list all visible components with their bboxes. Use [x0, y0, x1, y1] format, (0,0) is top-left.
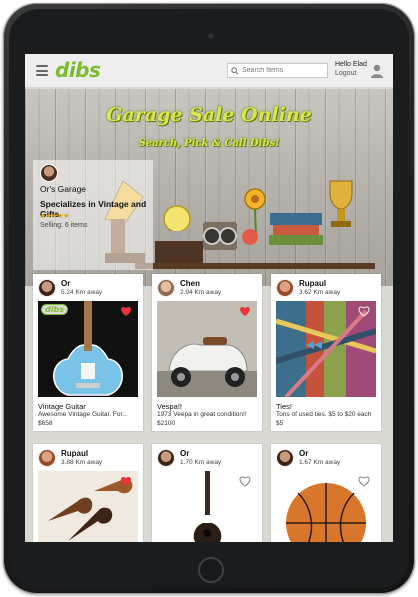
item-photo	[157, 471, 257, 542]
hero-title: Garage Sale Online	[106, 104, 312, 126]
item-description: 1973 Veepa in great condition!!	[157, 411, 247, 418]
hero-subtitle: Search, Pick & Call Dibs!	[138, 138, 280, 149]
seller-name: Or	[299, 449, 309, 458]
item-description: Awesome Vintage Guitar. For...	[38, 411, 128, 418]
item-card[interactable]: Rupaul 3.62 Km away Ties! Tons of used t…	[271, 274, 381, 431]
seller-distance: 3.62 Km away	[299, 289, 341, 296]
item-card[interactable]: Rupaul 3.88 Km away	[33, 444, 143, 542]
seller-avatar	[157, 279, 175, 297]
home-button[interactable]	[198, 557, 224, 583]
heart-icon[interactable]	[358, 305, 370, 317]
featured-shop-card[interactable]: Or's Garage Specializes in Vintage and G…	[33, 160, 153, 270]
heart-icon[interactable]	[239, 305, 251, 317]
shop-avatar	[40, 164, 58, 182]
item-price: $658	[38, 420, 53, 427]
seller-distance: 1.67 Km away	[299, 459, 341, 466]
item-photo: dibs	[38, 301, 138, 397]
item-title: Ties!	[276, 402, 292, 411]
search-input[interactable]	[242, 67, 330, 74]
heart-icon[interactable]	[120, 475, 132, 487]
item-card[interactable]: Chen 2.94 Km away Vespa!! 1973 Veepa in …	[152, 274, 262, 431]
search-icon	[231, 66, 239, 75]
seller-name: Rupaul	[299, 279, 327, 288]
item-photo	[276, 301, 376, 397]
item-price: $2100	[157, 420, 176, 427]
heart-icon[interactable]	[358, 475, 370, 487]
seller-avatar	[157, 449, 175, 467]
item-card[interactable]: Or 5.24 Km away dibs Vintage Guitar Awes…	[33, 274, 143, 431]
greeting-text: Hello Elad	[335, 61, 367, 68]
item-card[interactable]: Or 1.67 Km away	[271, 444, 381, 542]
seller-name: Rupaul	[61, 449, 89, 458]
item-card[interactable]: Or 1.70 Km away	[152, 444, 262, 542]
item-photo	[38, 471, 138, 542]
dibs-badge: dibs	[41, 304, 68, 315]
top-bar: dibs Hello Elad Logout	[25, 54, 393, 88]
hamburger-icon[interactable]	[36, 65, 48, 76]
dibs-logo[interactable]: dibs	[55, 58, 101, 82]
seller-name: Or	[180, 449, 190, 458]
seller-avatar	[276, 449, 294, 467]
seller-distance: 1.70 Km away	[180, 459, 222, 466]
item-photo	[276, 471, 376, 542]
item-photo	[157, 301, 257, 397]
seller-distance: 2.94 Km away	[180, 289, 222, 296]
heart-icon[interactable]	[239, 475, 251, 487]
heart-icon[interactable]	[120, 305, 132, 317]
user-block: Hello Elad Logout	[335, 60, 367, 78]
item-description: Tons of used ties. $5 to $20 each	[276, 411, 372, 418]
app-screen: dibs Hello Elad Logout	[25, 54, 393, 542]
item-title: Vespa!!	[157, 402, 183, 411]
items-grid: Or 5.24 Km away dibs Vintage Guitar Awes…	[25, 274, 393, 542]
seller-name: Chen	[180, 279, 200, 288]
shop-name: Or's Garage	[40, 184, 87, 194]
seller-avatar	[38, 449, 56, 467]
user-icon[interactable]	[371, 64, 383, 78]
item-price: $5	[276, 420, 284, 427]
front-camera	[207, 32, 215, 40]
logout-link[interactable]: Logout	[335, 69, 367, 78]
seller-distance: 3.88 Km away	[61, 459, 103, 466]
shop-selling-count: Selling: 6 items	[40, 222, 88, 229]
seller-distance: 5.24 Km away	[61, 289, 103, 296]
search-box[interactable]	[227, 63, 330, 78]
seller-name: Or	[61, 279, 71, 288]
seller-avatar	[276, 279, 294, 297]
shop-rating-stars: ★★★★★	[40, 213, 69, 220]
seller-avatar	[38, 279, 56, 297]
hero-banner: Garage Sale Online Search, Pick & Call D…	[25, 89, 393, 286]
item-title: Vintage Guitar	[38, 402, 86, 411]
